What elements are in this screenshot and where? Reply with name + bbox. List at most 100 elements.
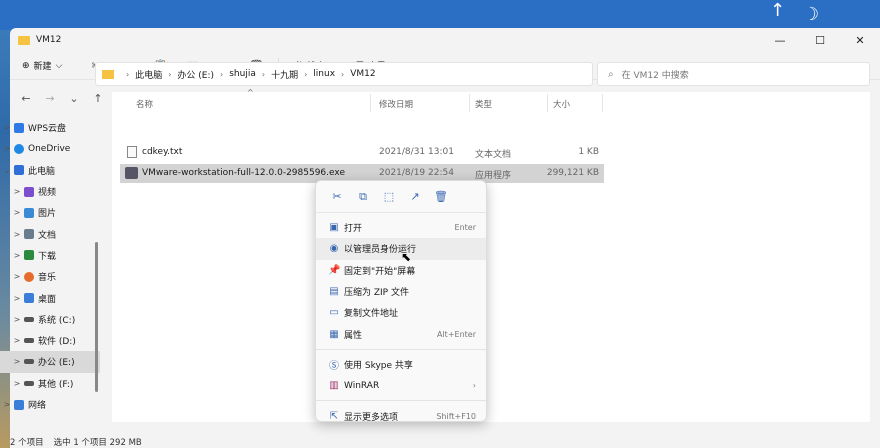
- new-label: 新建: [33, 62, 52, 72]
- sidebar-item-music[interactable]: > 音乐: [0, 266, 100, 287]
- close-button[interactable]: ✕: [840, 28, 880, 52]
- chevron-right-icon[interactable]: >: [10, 357, 24, 366]
- delete-icon[interactable]: 🗑: [428, 190, 454, 203]
- menu-item-open[interactable]: ▣ 打开 Enter: [316, 217, 486, 238]
- file-row[interactable]: cdkey.txt 2021/8/31 13:01 文本文档 1 KB: [120, 143, 604, 162]
- skype-icon: Ⓢ: [329, 360, 339, 372]
- desktop-background: [0, 0, 880, 30]
- window-title: VM12: [36, 35, 62, 45]
- breadcrumb-shujia[interactable]: shujia: [229, 69, 256, 79]
- chevron-right-icon[interactable]: >: [10, 230, 24, 239]
- mouse-cursor-icon: ⬉: [401, 250, 412, 264]
- menu-item-label: 压缩为 ZIP 文件: [344, 288, 409, 299]
- chevron-right-icon[interactable]: >: [10, 315, 24, 324]
- menu-item-label: 固定到"开始"屏幕: [344, 266, 416, 277]
- menu-item-winrar[interactable]: ▥ WinRAR ›: [316, 375, 486, 396]
- new-button[interactable]: ⊕ 新建 ⌵: [22, 59, 62, 73]
- address-bar[interactable]: › 此电脑 › 办公 (E:) › shujia › 十九期 › linux ›…: [95, 62, 683, 86]
- path-icon: ▭: [329, 307, 339, 319]
- menu-item-properties[interactable]: ▦ 属性 Alt+Enter: [316, 323, 486, 344]
- music-icon: [24, 271, 34, 282]
- chevron-right-icon[interactable]: >: [10, 251, 24, 260]
- chevron-right-icon[interactable]: >: [0, 123, 14, 132]
- sidebar-item-pictures[interactable]: > 图片: [0, 202, 100, 223]
- sidebar-scrollbar[interactable]: [95, 242, 98, 392]
- zip-icon: ▤: [329, 286, 339, 298]
- chevron-right-icon[interactable]: >: [0, 144, 14, 153]
- chevron-right-icon[interactable]: >: [10, 294, 24, 303]
- menu-separator: [316, 400, 486, 402]
- chevron-right-icon[interactable]: >: [10, 272, 24, 281]
- column-header-modified[interactable]: 修改日期: [379, 98, 413, 110]
- breadcrumb-drive-e[interactable]: 办公 (E:): [177, 68, 214, 81]
- copy-icon[interactable]: ⧉: [350, 190, 376, 204]
- search-input[interactable]: ⌕ 在 VM12 中搜索: [597, 62, 870, 86]
- menu-item-label: 显示更多选项: [344, 412, 399, 423]
- onedrive-icon: [14, 143, 24, 154]
- sidebar-item-drive-c[interactable]: > 系统 (C:): [0, 309, 100, 330]
- file-type: 文本文档: [475, 150, 512, 160]
- chevron-right-icon[interactable]: >: [10, 379, 24, 388]
- application-icon: [125, 167, 138, 179]
- sidebar-item-label: 桌面: [38, 294, 57, 305]
- chevron-right-icon[interactable]: >: [10, 187, 24, 196]
- file-size: 1 KB: [578, 147, 599, 157]
- maximize-button[interactable]: ☐: [800, 28, 840, 52]
- sidebar-item-label: 软件 (D:): [38, 337, 76, 348]
- sidebar-item-wps[interactable]: > WPS云盘: [0, 117, 100, 138]
- column-divider[interactable]: [547, 94, 548, 112]
- title-bar: VM12 — ☐ ✕: [10, 28, 880, 52]
- document-icon: [24, 229, 34, 240]
- chevron-right-icon[interactable]: >: [10, 336, 24, 345]
- menu-item-compress-zip[interactable]: ▤ 压缩为 ZIP 文件: [316, 281, 486, 302]
- breadcrumb-separator: ›: [220, 69, 224, 79]
- download-icon: [24, 250, 34, 261]
- context-quick-actions: ✂ ⧉ ⬚ ↗ 🗑: [316, 181, 486, 213]
- open-icon: ▣: [329, 222, 339, 234]
- share-icon[interactable]: ↗: [402, 190, 428, 203]
- file-modified: 2021/8/19 22:54: [379, 168, 454, 178]
- column-divider[interactable]: [469, 94, 470, 112]
- sidebar-item-label: 图片: [38, 209, 57, 220]
- rename-icon[interactable]: ⬚: [376, 190, 402, 203]
- chevron-down-icon[interactable]: ⌄: [0, 166, 14, 175]
- chevron-right-icon[interactable]: >: [10, 208, 24, 217]
- sidebar-item-this-pc[interactable]: ⌄ 此电脑: [0, 160, 100, 181]
- sidebar-item-onedrive[interactable]: > OneDrive: [0, 138, 100, 159]
- sidebar-item-label: 网络: [28, 401, 47, 411]
- menu-item-copy-path[interactable]: ▭ 复制文件地址: [316, 302, 486, 323]
- properties-icon: ▦: [329, 328, 339, 340]
- breadcrumb-vm12[interactable]: VM12: [350, 69, 375, 79]
- sidebar-item-videos[interactable]: > 视频: [0, 181, 100, 202]
- text-file-icon: [127, 146, 137, 158]
- column-divider[interactable]: [370, 94, 371, 112]
- menu-item-show-more-options[interactable]: ⇱ 显示更多选项 Shift+F10: [316, 405, 486, 426]
- sidebar-item-documents[interactable]: > 文档: [0, 223, 100, 244]
- sidebar-item-drive-d[interactable]: > 软件 (D:): [0, 330, 100, 351]
- status-item-count: 2 个项目: [10, 438, 44, 448]
- sidebar-item-desktop[interactable]: > 桌面: [0, 287, 100, 308]
- cut-icon[interactable]: ✂: [324, 190, 350, 203]
- column-header-name[interactable]: 名称: [136, 98, 153, 110]
- drive-icon: [24, 359, 34, 365]
- breadcrumb-linux[interactable]: linux: [313, 69, 335, 79]
- sidebar-item-label: 文档: [38, 230, 57, 241]
- sidebar-item-drive-f[interactable]: > 其他 (F:): [0, 373, 100, 394]
- sidebar-item-label: 视频: [38, 188, 57, 199]
- chevron-right-icon[interactable]: >: [0, 400, 14, 409]
- column-divider[interactable]: [602, 94, 603, 112]
- pin-icon: 📌: [328, 264, 341, 276]
- menu-shortcut: Alt+Enter: [436, 329, 476, 339]
- file-list: ^ 名称 修改日期 类型 大小 cdkey.txt 2021/8/31 13:0…: [112, 88, 870, 422]
- menu-item-label: WinRAR: [344, 380, 380, 391]
- breadcrumb-19[interactable]: 十九期: [271, 68, 298, 81]
- sidebar-item-downloads[interactable]: > 下载: [0, 245, 100, 266]
- menu-item-skype-share[interactable]: Ⓢ 使用 Skype 共享: [316, 354, 486, 375]
- column-header-type[interactable]: 类型: [475, 98, 492, 110]
- sidebar-item-network[interactable]: > 网络: [0, 394, 100, 415]
- navigation-pane: > WPS云盘 > OneDrive ⌄ 此电脑 > 视频 > 图片 > 文档 …: [0, 92, 100, 422]
- breadcrumb-this-pc[interactable]: 此电脑: [135, 68, 162, 81]
- minimize-button[interactable]: —: [760, 28, 800, 52]
- column-header-size[interactable]: 大小: [553, 98, 570, 110]
- sidebar-item-drive-e[interactable]: > 办公 (E:): [0, 351, 100, 373]
